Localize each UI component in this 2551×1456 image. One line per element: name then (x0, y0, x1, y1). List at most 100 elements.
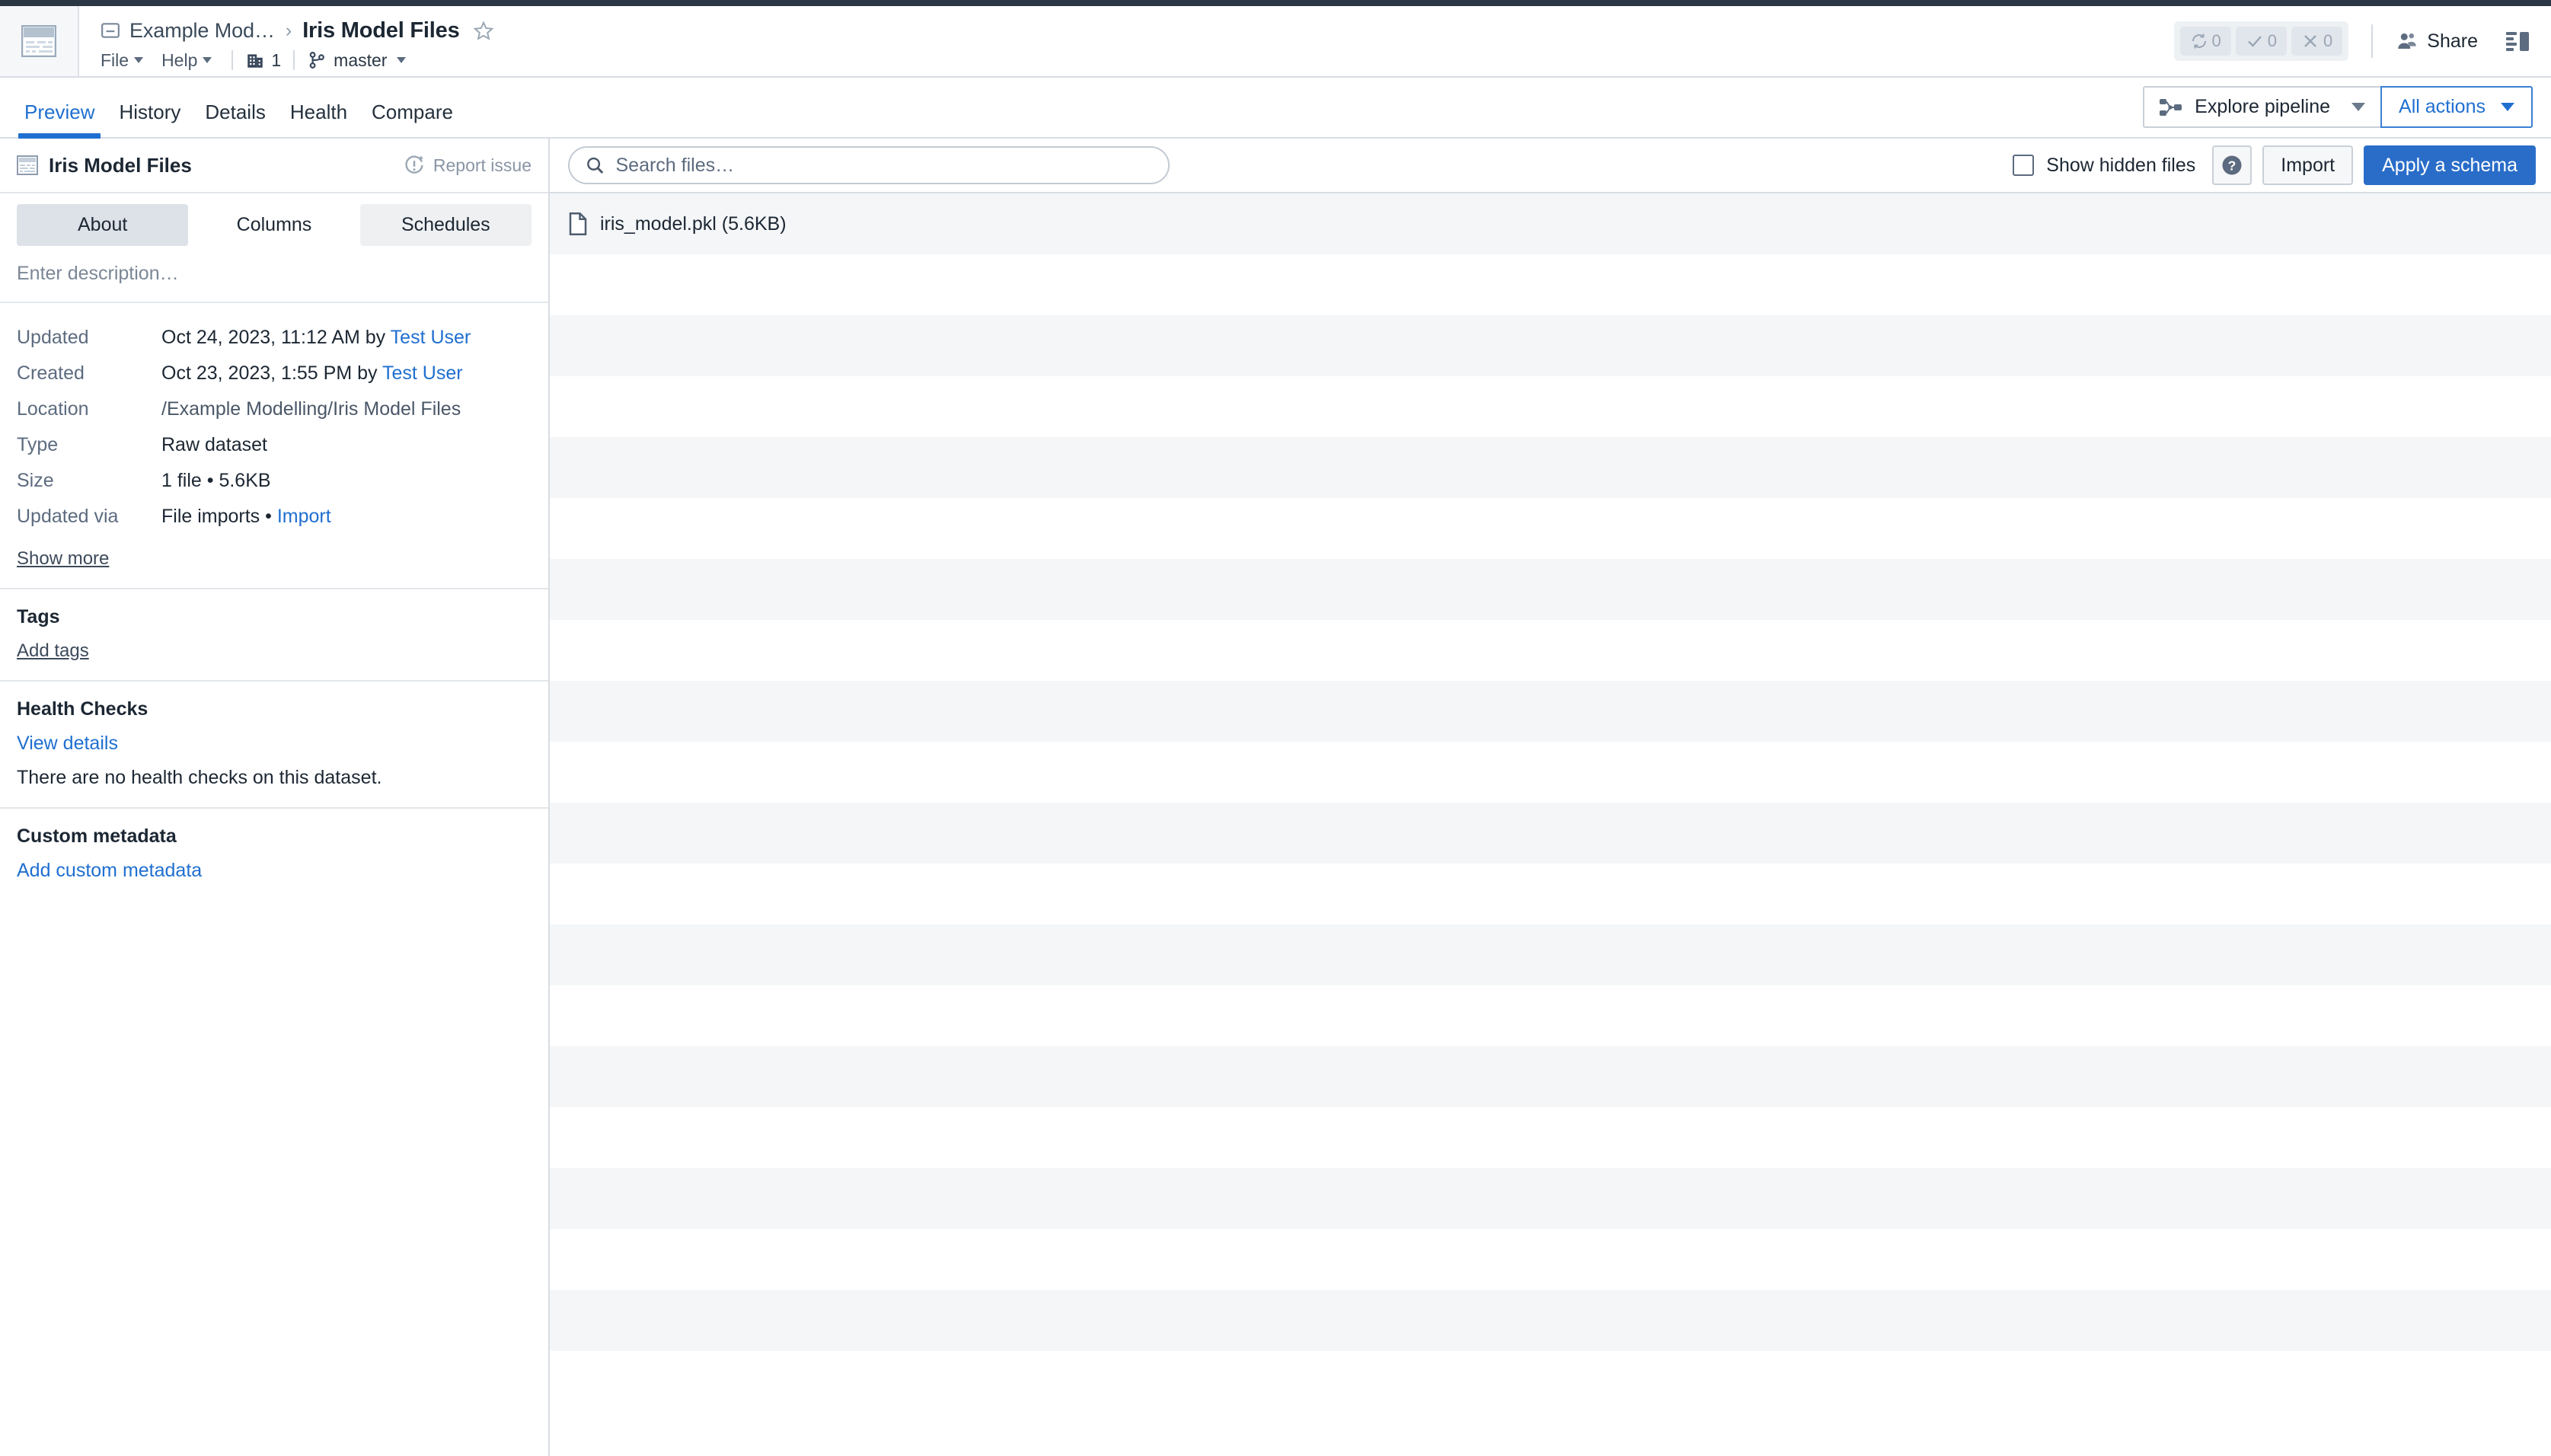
sidebar-segment-schedules[interactable]: Schedules (359, 204, 532, 246)
show-hidden-files-toggle[interactable]: Show hidden files (2013, 155, 2195, 177)
files-panel: Show hidden files ? Import Apply a schem… (550, 139, 2551, 1456)
view-details-link[interactable]: View details (17, 733, 532, 755)
metadata-key: Location (17, 398, 89, 420)
apply-schema-button[interactable]: Apply a schema (2364, 145, 2536, 185)
dataset-icon (17, 155, 38, 175)
tab-bar: Preview History Details Health Compare E… (0, 78, 2551, 139)
metadata-row-updated: Updated Oct 24, 2023, 11:12 AM by Test U… (17, 320, 532, 356)
file-row-empty (550, 681, 2551, 742)
all-actions-button[interactable]: All actions (2380, 86, 2533, 128)
window-top-strip (0, 0, 2551, 6)
chevron-down-icon (203, 57, 212, 63)
status-success[interactable]: 0 (2235, 27, 2288, 56)
search-files-box[interactable] (568, 146, 1170, 184)
metadata-table: Updated Oct 24, 2023, 11:12 AM by Test U… (17, 320, 532, 535)
tab-list: Preview History Details Health Compare (0, 78, 465, 139)
file-row[interactable]: iris_model.pkl (5.6KB) (550, 193, 2551, 254)
sidebar-title-label: Iris Model Files (49, 153, 192, 177)
organization-icon (247, 54, 263, 68)
star-icon[interactable] (473, 21, 493, 40)
menu-divider (231, 50, 234, 70)
metadata-value-text: Oct 23, 2023, 1:55 PM by (161, 362, 382, 384)
search-input[interactable] (615, 154, 1153, 177)
metadata-value: File imports • Import (161, 499, 532, 535)
branch-selector[interactable]: master (307, 50, 407, 71)
description-input[interactable]: Enter description… (17, 263, 532, 288)
health-checks-heading: Health Checks (17, 698, 148, 720)
report-issue-button[interactable]: Report issue (404, 155, 532, 176)
dataset-icon (21, 25, 56, 57)
import-button[interactable]: Import (2262, 145, 2354, 185)
check-icon (2247, 36, 2262, 47)
tab-health[interactable]: Health (278, 102, 359, 137)
file-row-empty (550, 498, 2551, 559)
report-issue-label: Report issue (433, 155, 532, 175)
breadcrumb-separator: › (285, 19, 292, 41)
organization-count-label: 1 (271, 49, 282, 70)
metadata-value: Oct 24, 2023, 11:12 AM by Test User (161, 320, 532, 356)
header-main: Example Mod… › Iris Model Files File Hel… (79, 6, 2174, 76)
chevron-down-icon (397, 57, 407, 63)
menu-help[interactable]: Help (151, 48, 219, 73)
search-icon (587, 157, 604, 174)
file-row-empty (550, 1168, 2551, 1229)
tab-preview[interactable]: Preview (12, 102, 107, 139)
status-failed[interactable]: 0 (2291, 27, 2343, 56)
metadata-row-created: Created Oct 23, 2023, 1:55 PM by Test Us… (17, 356, 532, 391)
files-toolbar-actions: Show hidden files ? Import Apply a schem… (2013, 145, 2536, 185)
panel-layout-icon (2506, 32, 2529, 51)
breadcrumb-parent[interactable]: Example Mod… (129, 19, 275, 43)
panel-layout-button[interactable] (2505, 30, 2530, 53)
file-row-empty (550, 1351, 2551, 1412)
all-actions-label: All actions (2399, 96, 2486, 117)
svg-text:?: ? (2228, 158, 2237, 173)
sidebar-segmented-control: About Columns Schedules (0, 193, 548, 255)
menu-help-label: Help (161, 49, 198, 70)
share-button[interactable]: Share (2396, 30, 2478, 53)
status-builds[interactable]: 0 (2179, 27, 2231, 56)
add-custom-metadata-link[interactable]: Add custom metadata (17, 860, 532, 882)
file-row-empty (550, 1229, 2551, 1290)
file-row-empty (550, 620, 2551, 681)
explore-pipeline-button[interactable]: Explore pipeline (2143, 86, 2383, 128)
sidebar-segment-columns[interactable]: Columns (188, 204, 360, 246)
metadata-section: Updated Oct 24, 2023, 11:12 AM by Test U… (0, 303, 548, 589)
tags-heading: Tags (17, 606, 60, 627)
metadata-value-link[interactable]: Test User (382, 362, 463, 384)
tab-bar-actions: Explore pipeline All actions (2143, 86, 2533, 128)
folder-icon (101, 23, 120, 38)
sync-icon (2192, 34, 2206, 49)
metadata-key: Updated via (17, 506, 119, 527)
help-button[interactable]: ? (2212, 145, 2252, 185)
status-builds-count: 0 (2211, 31, 2221, 50)
sidebar-segment-about[interactable]: About (17, 204, 189, 246)
build-status-group: 0 0 0 (2173, 21, 2349, 61)
file-row-empty (550, 742, 2551, 803)
header-divider (2371, 24, 2374, 58)
organization-count[interactable]: 1 (245, 50, 281, 71)
show-more-button[interactable]: Show more (17, 548, 109, 570)
metadata-value: Oct 23, 2023, 1:55 PM by Test User (161, 356, 532, 391)
pipeline-icon (2160, 98, 2182, 116)
metadata-value-link[interactable]: Test User (391, 327, 471, 348)
menu-file[interactable]: File (101, 48, 151, 73)
show-hidden-files-label: Show hidden files (2046, 154, 2196, 176)
tab-compare[interactable]: Compare (359, 102, 465, 137)
description-section: Enter description… (0, 255, 548, 303)
show-hidden-files-checkbox[interactable] (2013, 155, 2035, 176)
metadata-value: /Example Modelling/Iris Model Files (161, 398, 461, 420)
share-label: Share (2427, 30, 2478, 52)
metadata-key: Created (17, 362, 85, 384)
tab-details[interactable]: Details (193, 102, 277, 137)
metadata-row-updated-via: Updated via File imports • Import (17, 499, 532, 535)
menu-file-label: File (101, 49, 129, 70)
file-list[interactable]: iris_model.pkl (5.6KB) (550, 193, 2551, 1456)
add-tags-button[interactable]: Add tags (17, 640, 89, 661)
sidebar-title: Iris Model Files (17, 154, 192, 177)
metadata-value-link[interactable]: Import (277, 506, 331, 527)
health-checks-section: Health Checks View details There are no … (0, 682, 548, 809)
app-logo-cell (0, 6, 79, 76)
tab-history[interactable]: History (107, 102, 193, 137)
metadata-value-text: File imports • (161, 506, 277, 527)
file-row-empty (550, 315, 2551, 376)
